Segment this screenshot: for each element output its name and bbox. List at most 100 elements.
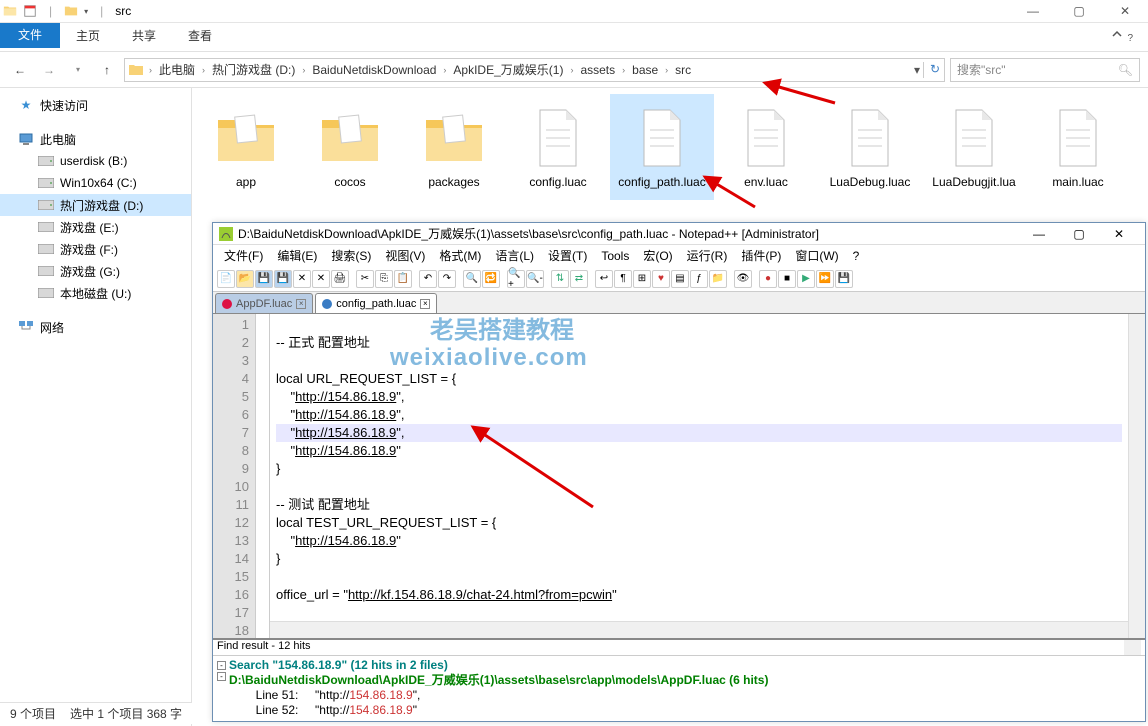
folder-icon[interactable]: 📁	[709, 270, 727, 288]
chevron-right-icon[interactable]: ›	[149, 65, 152, 75]
search-icon[interactable]: 🔍︎	[1118, 63, 1133, 77]
tab-home[interactable]: 主页	[60, 23, 116, 48]
stop-icon[interactable]: ■	[778, 270, 796, 288]
crumb[interactable]: src	[673, 62, 693, 78]
file-item[interactable]: LuaDebugjit.lua	[922, 94, 1026, 200]
properties-icon[interactable]	[23, 4, 37, 18]
menu-view[interactable]: 视图(V)	[378, 245, 432, 266]
sidebar-drive[interactable]: 游戏盘 (F:)	[0, 238, 191, 260]
play-multi-icon[interactable]: ⏩	[816, 270, 834, 288]
dropdown-icon[interactable]: ▾	[84, 7, 88, 16]
close-tab-icon[interactable]: ×	[296, 299, 306, 309]
npp-titlebar[interactable]: D:\BaiduNetdiskDownload\ApkIDE_万威娱乐(1)\a…	[213, 223, 1145, 245]
close-button[interactable]: ✕	[1099, 224, 1139, 244]
refresh-icon[interactable]: ↻	[923, 62, 940, 78]
replace-icon[interactable]: 🔁	[482, 270, 500, 288]
chevron-right-icon[interactable]: ›	[443, 65, 446, 75]
menu-edit[interactable]: 编辑(E)	[270, 245, 324, 266]
sidebar-drive[interactable]: userdisk (B:)	[0, 150, 191, 172]
close-icon[interactable]: ✕	[293, 270, 311, 288]
cut-icon[interactable]: ✂	[356, 270, 374, 288]
crumb[interactable]: ApkIDE_万威娱乐(1)	[451, 60, 565, 79]
func-list-icon[interactable]: ƒ	[690, 270, 708, 288]
scrollbar-horizontal[interactable]	[270, 621, 1128, 638]
search-input[interactable]: 搜索"src" 🔍︎	[950, 58, 1140, 82]
minimize-button[interactable]: —	[1019, 224, 1059, 244]
file-item[interactable]: env.luac	[714, 94, 818, 200]
file-tab[interactable]: 文件	[0, 23, 60, 48]
copy-icon[interactable]: ⎘	[375, 270, 393, 288]
undo-icon[interactable]: ↶	[419, 270, 437, 288]
record-icon[interactable]: ●	[759, 270, 777, 288]
indent-guide-icon[interactable]: ⊞	[633, 270, 651, 288]
print-icon[interactable]: 🖨	[331, 270, 349, 288]
close-tab-icon[interactable]: ×	[420, 299, 430, 309]
menu-run[interactable]: 运行(R)	[680, 245, 735, 266]
fold-margin[interactable]	[256, 314, 270, 638]
file-item[interactable]: main.luac	[1026, 94, 1130, 200]
tab-view[interactable]: 查看	[172, 23, 228, 48]
sync-v-icon[interactable]: ⇅	[551, 270, 569, 288]
open-file-icon[interactable]: 📂	[236, 270, 254, 288]
chevron-right-icon[interactable]: ›	[622, 65, 625, 75]
paste-icon[interactable]: 📋	[394, 270, 412, 288]
sidebar-drive[interactable]: 本地磁盘 (U:)	[0, 282, 191, 304]
crumb[interactable]: 热门游戏盘 (D:)	[210, 60, 297, 79]
sidebar-quick-access[interactable]: ★ 快速访问	[0, 94, 191, 116]
crumb[interactable]: assets	[578, 62, 617, 78]
chevron-right-icon[interactable]: ›	[302, 65, 305, 75]
tab-config-path[interactable]: config_path.luac ×	[315, 293, 437, 313]
maximize-button[interactable]: ▢	[1059, 224, 1099, 244]
tab-appdf[interactable]: AppDF.luac ×	[215, 293, 313, 313]
sidebar-drive-selected[interactable]: 热门游戏盘 (D:)	[0, 194, 191, 216]
menu-file[interactable]: 文件(F)	[217, 245, 270, 266]
all-chars-icon[interactable]: ¶	[614, 270, 632, 288]
chevron-right-icon[interactable]: ›	[202, 65, 205, 75]
sync-h-icon[interactable]: ⇄	[570, 270, 588, 288]
menu-search[interactable]: 搜索(S)	[324, 245, 378, 266]
zoom-in-icon[interactable]: 🔍+	[507, 270, 525, 288]
menu-settings[interactable]: 设置(T)	[541, 245, 594, 266]
sidebar-drive[interactable]: 游戏盘 (G:)	[0, 260, 191, 282]
redo-icon[interactable]: ↷	[438, 270, 456, 288]
sidebar-drive[interactable]: Win10x64 (C:)	[0, 172, 191, 194]
save-macro-icon[interactable]: 💾	[835, 270, 853, 288]
crumb[interactable]: 此电脑	[157, 60, 197, 79]
sidebar-drive[interactable]: 游戏盘 (E:)	[0, 216, 191, 238]
find-icon[interactable]: 🔍	[463, 270, 481, 288]
wordwrap-icon[interactable]: ↩	[595, 270, 613, 288]
file-item[interactable]: config_path.luac	[610, 94, 714, 200]
menu-plugins[interactable]: 插件(P)	[734, 245, 788, 266]
menu-window[interactable]: 窗口(W)	[788, 245, 845, 266]
menu-macro[interactable]: 宏(O)	[636, 245, 679, 266]
up-button[interactable]: ↑	[95, 58, 119, 82]
crumb[interactable]: base	[630, 62, 660, 78]
file-item[interactable]: config.luac	[506, 94, 610, 200]
close-all-icon[interactable]: ✕	[312, 270, 330, 288]
fold-margin[interactable]: - -	[215, 658, 229, 718]
menu-help[interactable]: ?	[846, 247, 867, 265]
chevron-right-icon[interactable]: ›	[665, 65, 668, 75]
breadcrumb-bar[interactable]: › 此电脑 › 热门游戏盘 (D:) › BaiduNetdiskDownloa…	[124, 58, 945, 82]
sidebar-this-pc[interactable]: 此电脑	[0, 128, 191, 150]
address-dropdown-icon[interactable]: ▾	[914, 63, 920, 77]
zoom-out-icon[interactable]: 🔍-	[526, 270, 544, 288]
expand-ribbon-icon[interactable]: ?	[1110, 27, 1133, 44]
file-item[interactable]: app	[194, 94, 298, 200]
file-item[interactable]: LuaDebug.luac	[818, 94, 922, 200]
monitor-icon[interactable]: 👁	[734, 270, 752, 288]
save-icon[interactable]: 💾	[255, 270, 273, 288]
menu-language[interactable]: 语言(L)	[488, 245, 541, 266]
doc-map-icon[interactable]: ▤	[671, 270, 689, 288]
menu-tools[interactable]: Tools	[594, 247, 636, 265]
file-item[interactable]: packages	[402, 94, 506, 200]
file-item[interactable]: cocos	[298, 94, 402, 200]
npp-editor[interactable]: 123456789101112131415161718 -- 正式 配置地址 l…	[213, 314, 1145, 638]
recent-dropdown[interactable]: ▾	[66, 58, 90, 82]
crumb[interactable]: BaiduNetdiskDownload	[310, 62, 438, 78]
menu-format[interactable]: 格式(M)	[432, 245, 488, 266]
play-icon[interactable]: ▶	[797, 270, 815, 288]
sidebar-network[interactable]: 网络	[0, 316, 191, 338]
tab-share[interactable]: 共享	[116, 23, 172, 48]
scrollbar[interactable]	[1124, 640, 1141, 655]
